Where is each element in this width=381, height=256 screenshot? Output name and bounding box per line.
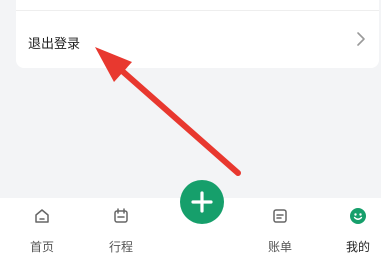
logout-label: 退出登录 (28, 37, 81, 52)
tab-mine-label: 我的 (345, 240, 370, 254)
home-icon (35, 209, 49, 223)
tab-trips-label: 行程 (108, 240, 133, 254)
tab-trips[interactable]: 行程 (91, 198, 151, 256)
tab-home-label: 首页 (29, 240, 54, 254)
logout-row[interactable]: 退出登录 (16, 11, 379, 68)
tab-mine[interactable]: 我的 (328, 198, 381, 256)
plus-icon (191, 191, 213, 213)
tab-bills-label: 账单 (267, 240, 292, 254)
profile-icon (350, 208, 366, 224)
bill-icon (273, 209, 287, 223)
tab-home[interactable]: 首页 (12, 198, 72, 256)
settings-card: 退出登录 (16, 0, 379, 68)
add-button[interactable] (180, 180, 224, 224)
tab-bills[interactable]: 账单 (250, 198, 310, 256)
calendar-icon (114, 208, 128, 223)
chevron-right-icon (357, 32, 365, 46)
